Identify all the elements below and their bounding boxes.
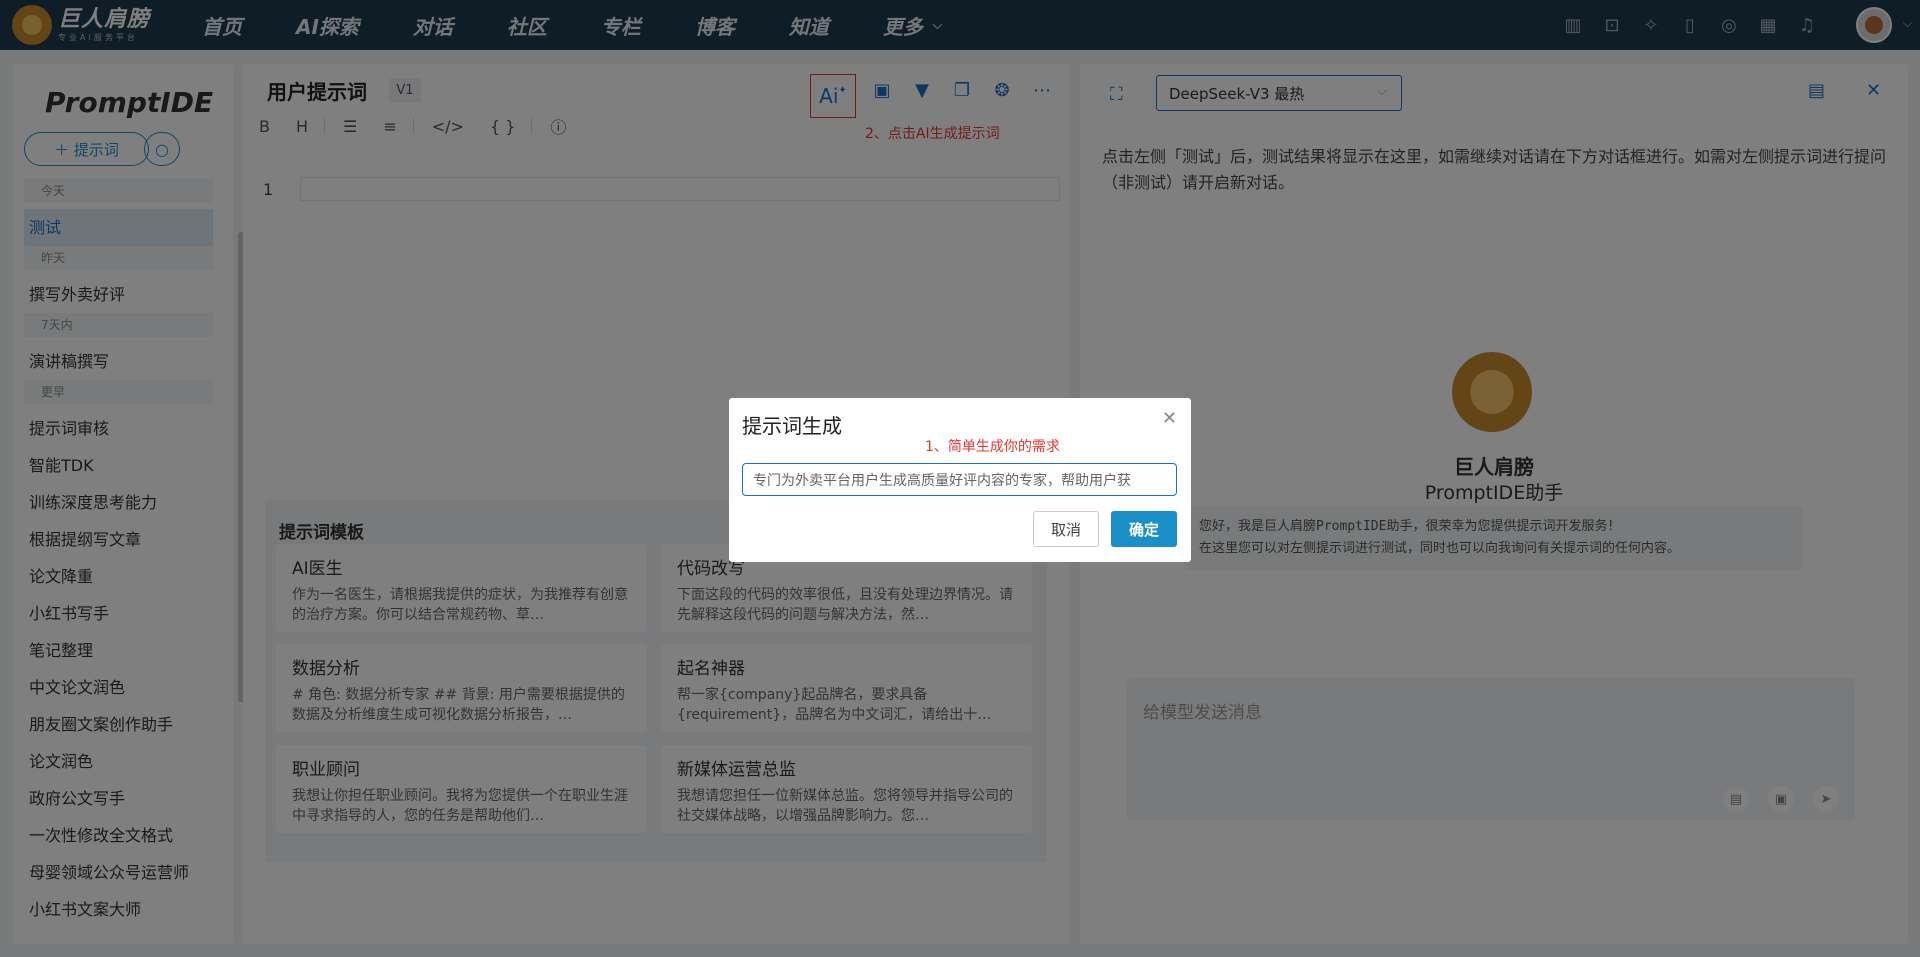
confirm-button[interactable]: 确定 [1111,511,1177,547]
requirement-input[interactable] [742,463,1177,496]
cancel-button[interactable]: 取消 [1033,511,1099,547]
hint-requirement: 1、简单生成你的需求 [925,439,1060,455]
dialog-title: 提示词生成 [742,414,842,438]
prompt-generate-dialog: 提示词生成 ✕ 1、简单生成你的需求 取消 确定 [729,398,1191,562]
close-icon[interactable]: ✕ [1162,408,1177,429]
